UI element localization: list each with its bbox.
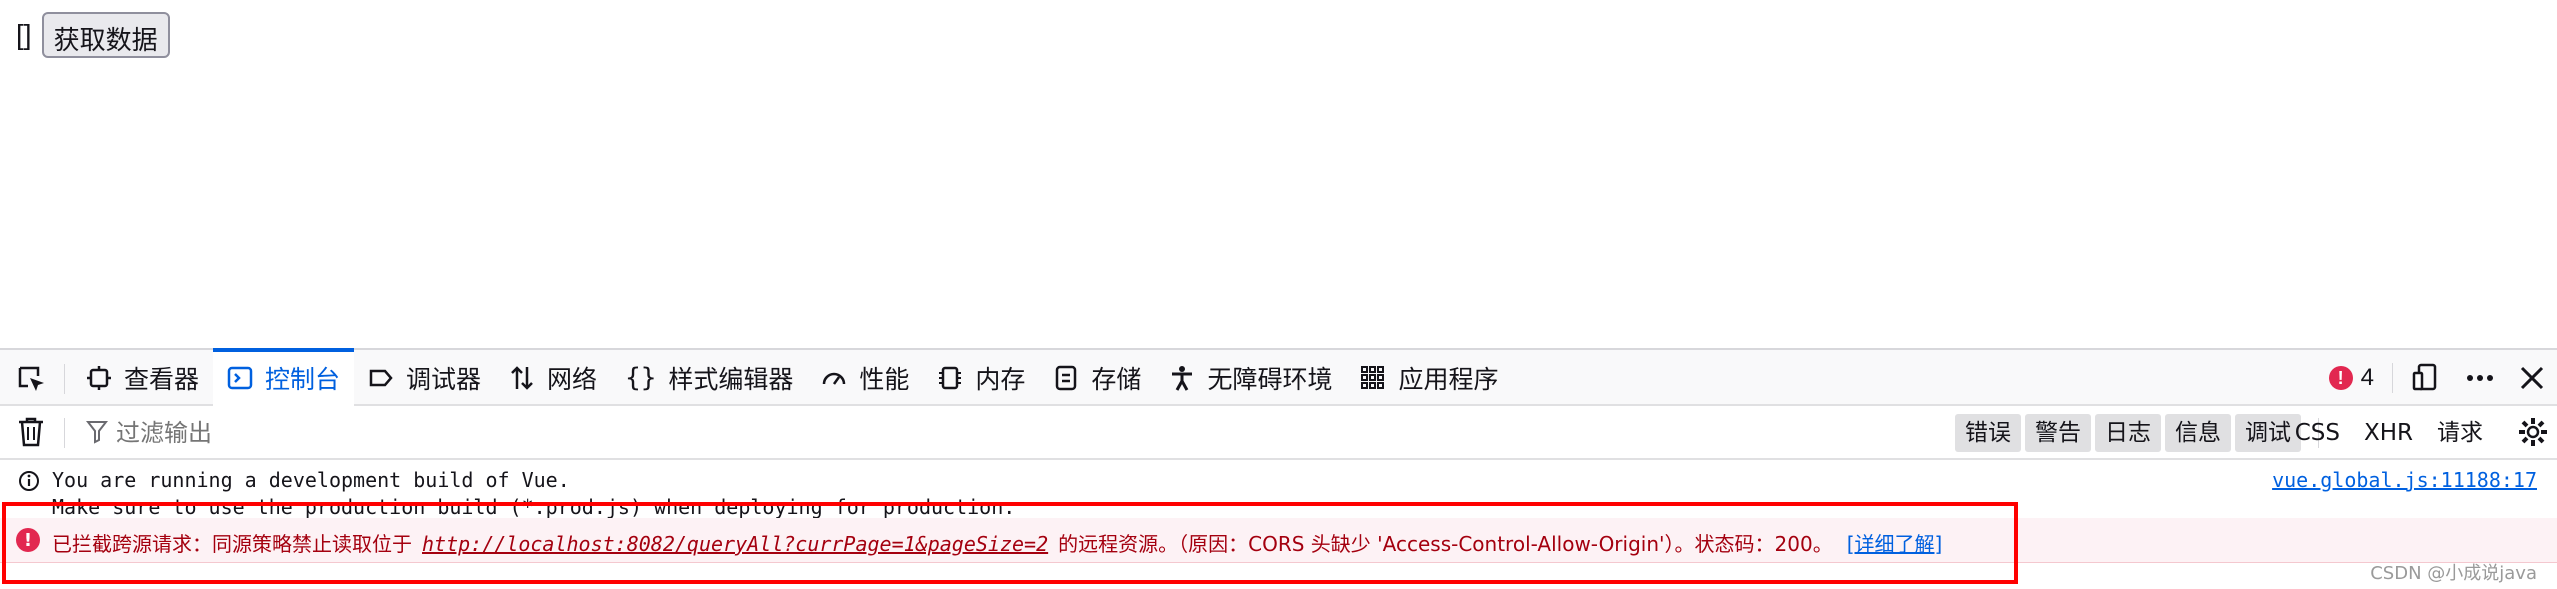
tab-application[interactable]: 应用程序 [1346,350,1512,406]
tab-label: 查看器 [124,365,200,394]
devtools-tabs: 查看器 控制台 调试器 网络 {} 样式编辑器 性能 内存 存储 无障碍环境 应… [72,348,1512,406]
more-options-icon[interactable] [2465,363,2495,393]
error-icon: ! [2328,366,2353,390]
data-array-text: [] [16,19,32,50]
tab-memory[interactable]: 内存 [923,350,1039,406]
watermark-text: CSDN @小成说java [2370,563,2537,584]
tab-label: 网络 [547,365,598,394]
network-icon [511,366,533,390]
console-filter-bar: 错误 警告 日志 信息 调试 CSS XHR 请求 [0,406,2557,460]
tab-label: 内存 [975,365,1026,394]
tab-label: 性能 [859,365,910,394]
fetch-data-button[interactable]: 获取数据 [41,12,170,58]
source-link[interactable]: vue.global.js:11188:17 [2272,468,2537,492]
tab-inspector[interactable]: 查看器 [72,350,213,406]
storage-icon [1056,365,1077,391]
tab-label: 控制台 [265,365,341,394]
filter-warnings-button[interactable]: 警告 [2025,414,2091,452]
error-text-prefix: 已拦截跨源请求：同源策略禁止读取位于 [52,532,412,556]
tab-network[interactable]: 网络 [495,350,611,406]
filter-css-button[interactable]: CSS [2283,414,2352,452]
error-count-value: 4 [2360,364,2374,391]
accessibility-icon [1172,366,1193,391]
error-url-link[interactable]: http://localhost:8082/queryAll?currPage=… [422,532,1048,556]
filter-xhr-button[interactable]: XHR [2352,414,2425,452]
tab-label: 存储 [1091,365,1142,394]
toolbar-separator [2392,363,2393,393]
error-text-suffix: 的远程资源。（原因：CORS 头缺少 'Access-Control-Allow… [1058,532,1833,556]
toolbar-separator [64,364,65,394]
tab-performance[interactable]: 性能 [807,350,923,406]
tab-label: 样式编辑器 [668,365,794,394]
request-type-filters: CSS XHR 请求 [2283,414,2495,452]
message-text: Make sure to use the production build (*… [52,495,1016,519]
console-output: You are running a development build of V… [0,460,2557,589]
error-icon: ! [16,528,40,552]
trash-icon[interactable] [16,416,46,453]
console-info-message: You are running a development build of V… [0,460,2557,519]
filter-logs-button[interactable]: 日志 [2095,414,2161,452]
filter-requests-button[interactable]: 请求 [2425,414,2495,452]
devtools-panel: 查看器 控制台 调试器 网络 {} 样式编辑器 性能 内存 存储 无障碍环境 应… [0,348,2557,589]
element-picker-icon[interactable] [14,362,50,398]
filter-errors-button[interactable]: 错误 [1955,414,2021,452]
filter-separator [64,418,65,448]
learn-more-link[interactable]: [详细了解] [1847,528,1943,557]
info-icon [18,470,40,497]
close-icon[interactable] [2519,365,2545,391]
memory-icon [939,366,962,390]
inspector-icon [87,366,111,390]
tab-accessibility[interactable]: 无障碍环境 [1155,350,1346,406]
filter-info-button[interactable]: 信息 [2165,414,2231,452]
console-error-message: ! 已拦截跨源请求：同源策略禁止读取位于 http://localhost:80… [0,518,2557,563]
style-editor-icon: {} [625,363,657,393]
tab-console[interactable]: 控制台 [213,348,355,406]
gear-icon[interactable] [2517,416,2549,453]
error-count-badge[interactable]: ! 4 [2328,364,2374,392]
tab-label: 调试器 [406,365,482,394]
tab-storage[interactable]: 存储 [1039,350,1155,406]
console-icon [227,366,253,390]
tab-style-editor[interactable]: {} 样式编辑器 [611,350,807,406]
message-text: You are running a development build of V… [52,468,570,492]
filter-output-input[interactable] [86,414,718,452]
tab-label: 应用程序 [1398,365,1499,394]
responsive-design-icon[interactable] [2411,363,2441,393]
devtools-toolbar: 查看器 控制台 调试器 网络 {} 样式编辑器 性能 内存 存储 无障碍环境 应… [0,348,2557,406]
tab-label: 无障碍环境 [1207,365,1333,394]
debugger-icon [369,369,393,387]
log-level-filters: 错误 警告 日志 信息 调试 [1951,414,2301,452]
page-content: [] 获取数据 [0,0,2557,348]
application-icon [1361,366,1385,389]
tab-debugger[interactable]: 调试器 [354,350,495,406]
performance-icon [823,372,846,385]
